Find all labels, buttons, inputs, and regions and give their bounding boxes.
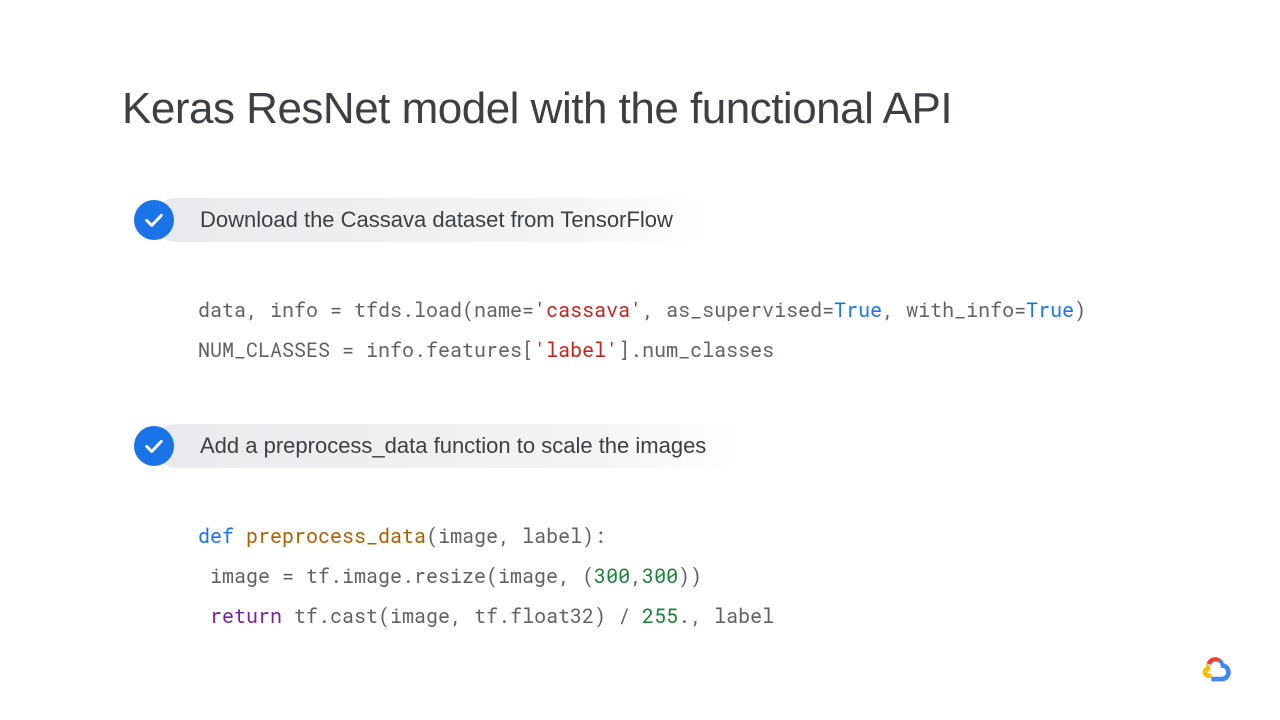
code-text: ) xyxy=(1074,297,1086,323)
code-text: tf.cast(image, tf.float32) / xyxy=(282,603,642,629)
code-text xyxy=(234,523,246,549)
code-func: preprocess_data xyxy=(246,523,426,549)
section-label: Add a preprocess_data function to scale … xyxy=(154,424,742,468)
code-string: 'label' xyxy=(534,337,618,363)
code-text: data, info = tfds.load(name= xyxy=(198,297,534,323)
code-text: (image, label): xyxy=(426,523,606,549)
check-icon xyxy=(134,200,174,240)
code-text: )) xyxy=(678,563,702,589)
code-number: 300 xyxy=(642,563,678,589)
section-header: Add a preprocess_data function to scale … xyxy=(134,424,774,468)
code-text: , as_supervised= xyxy=(642,297,834,323)
section-header: Download the Cassava dataset from Tensor… xyxy=(134,198,1086,242)
code-block-2: def preprocess_data(image, label): image… xyxy=(198,516,774,636)
code-text: , with_info= xyxy=(882,297,1026,323)
section-download-dataset: Download the Cassava dataset from Tensor… xyxy=(134,198,1086,370)
code-text: ].num_classes xyxy=(618,337,774,363)
code-bool: True xyxy=(1026,297,1074,323)
page-title: Keras ResNet model with the functional A… xyxy=(122,84,952,134)
code-text: NUM_CLASSES = info.features[ xyxy=(198,337,534,363)
code-text: image = tf.image.resize(image, ( xyxy=(198,563,594,589)
code-text: , xyxy=(630,563,642,589)
code-keyword: def xyxy=(198,523,234,549)
code-bool: True xyxy=(834,297,882,323)
code-block-1: data, info = tfds.load(name='cassava', a… xyxy=(198,290,1086,370)
section-label: Download the Cassava dataset from Tensor… xyxy=(154,198,709,242)
slide: Keras ResNet model with the functional A… xyxy=(0,0,1280,720)
code-text: ., label xyxy=(678,603,774,629)
code-number: 255 xyxy=(642,603,678,629)
google-cloud-logo-icon xyxy=(1200,652,1232,684)
section-preprocess-data: Add a preprocess_data function to scale … xyxy=(134,424,774,636)
code-string: 'cassava' xyxy=(534,297,642,323)
code-keyword: return xyxy=(210,603,282,629)
check-icon xyxy=(134,426,174,466)
code-text xyxy=(198,603,210,629)
code-number: 300 xyxy=(594,563,630,589)
